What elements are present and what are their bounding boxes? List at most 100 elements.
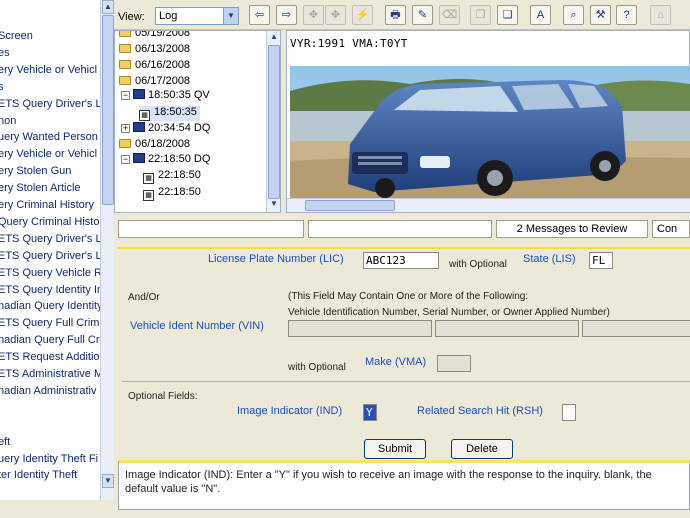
submit-button[interactable]: Submit	[364, 439, 426, 459]
vin-note-line-1: (This Field May Contain One or More of t…	[288, 291, 529, 302]
view-select-value: Log	[159, 10, 178, 22]
tool-3-icon[interactable]: ✥	[303, 5, 324, 25]
rsh-input[interactable]	[562, 404, 576, 421]
tree-date-node[interactable]: 05/19/2008	[119, 31, 190, 40]
query-list-item[interactable]: uery Identity Theft Fi	[0, 452, 98, 466]
tree-entry[interactable]: −18:50:35 QV	[121, 89, 210, 102]
query-list-item[interactable]: ETS Query Driver's L	[0, 232, 102, 246]
query-list-item[interactable]: es	[0, 46, 10, 60]
chevron-down-icon[interactable]: ▼	[223, 8, 238, 24]
tool-5-icon[interactable]: ⚡	[352, 5, 373, 25]
lic-label: License Plate Number (LIC)	[208, 253, 344, 265]
tree-scrollbar[interactable]: ▲ ▼	[266, 31, 280, 212]
scroll-up-icon[interactable]: ▲	[102, 0, 114, 14]
vma-input[interactable]	[437, 355, 471, 372]
scroll-up-icon[interactable]: ▲	[268, 31, 280, 44]
vin-input-1[interactable]	[288, 320, 432, 337]
document-icon: ▦	[143, 173, 154, 184]
divider	[122, 381, 690, 382]
print-icon[interactable]: 🖶	[385, 5, 406, 25]
tools-icon[interactable]: ⚒	[590, 5, 611, 25]
query-list-item[interactable]: nadian Administrativ	[0, 384, 96, 398]
tree-entry[interactable]: −22:18:50 DQ	[121, 153, 210, 166]
ind-input[interactable]: Y	[363, 404, 377, 421]
messages-status[interactable]: 2 Messages to Review	[496, 220, 648, 238]
tree-entry[interactable]: +20:34:54 DQ	[121, 122, 210, 135]
folder-open-icon	[119, 139, 131, 148]
tree-entry-selected[interactable]: ▦ 18:50:35	[139, 106, 200, 121]
lic-input[interactable]: ABC123	[363, 252, 439, 269]
query-list-item[interactable]: ETS Query Driver's L	[0, 97, 102, 111]
status-box-1	[118, 220, 304, 238]
collapse-icon[interactable]: −	[121, 91, 130, 100]
delete-button[interactable]: Delete	[451, 439, 513, 459]
query-list-item[interactable]: non	[0, 114, 16, 128]
folder-icon	[119, 60, 131, 69]
vin-input-3[interactable]	[582, 320, 690, 337]
paste-icon[interactable]: ❏	[497, 5, 518, 25]
with-optional-label: with Optional	[449, 259, 507, 270]
scroll-down-icon[interactable]: ▼	[268, 198, 280, 211]
help-icon[interactable]: ?	[616, 5, 637, 25]
scroll-down-icon[interactable]: ▼	[102, 474, 114, 488]
query-list-item[interactable]: ETS Query Identity In	[0, 283, 103, 297]
copy-icon[interactable]: ❐	[470, 5, 491, 25]
log-tree: 05/19/2008 06/13/2008 06/16/2008 06/17/2…	[114, 30, 281, 213]
scroll-thumb[interactable]	[268, 45, 280, 199]
query-list: Screen es ery Vehicle or Vehicl s ETS Query …	[0, 0, 114, 500]
back-icon[interactable]: ⇦	[249, 5, 270, 25]
tree-date-node[interactable]: 06/16/2008	[119, 59, 190, 72]
tree-date-node[interactable]: 06/17/2008	[119, 75, 190, 88]
message-icon	[133, 122, 145, 132]
vin-input-2[interactable]	[435, 320, 579, 337]
status-box-4: Con	[652, 220, 690, 238]
view-select[interactable]: Log ▼	[155, 7, 239, 25]
tree-date-node[interactable]: 06/13/2008	[119, 43, 190, 56]
folder-open-icon	[119, 76, 131, 85]
query-list-item[interactable]: ETS Request Additio	[0, 350, 100, 364]
query-list-item[interactable]: uery Wanted Person	[0, 130, 98, 144]
erase-icon[interactable]: ⌫	[439, 5, 460, 25]
image-scrollbar[interactable]	[287, 198, 690, 212]
state-input[interactable]: FL	[589, 252, 613, 269]
vin-note-line-2: Vehicle Identification Number, Serial Nu…	[288, 307, 610, 318]
query-list-item[interactable]: Screen	[0, 29, 33, 43]
scroll-thumb[interactable]	[305, 200, 395, 211]
folder-icon	[119, 31, 131, 37]
expand-icon[interactable]: +	[121, 124, 130, 133]
font-icon[interactable]: A	[530, 5, 551, 25]
query-list-item[interactable]: ETS Administrative M	[0, 367, 103, 381]
vehicle-header: VYR:1991 VMA:T0YT	[290, 37, 408, 50]
state-label: State (LIS)	[523, 253, 576, 265]
forward-icon[interactable]: ⇨	[276, 5, 297, 25]
tree-entry[interactable]: ▦ 22:18:50	[143, 186, 201, 201]
query-list-item[interactable]: eft	[0, 435, 10, 449]
message-icon	[133, 89, 145, 99]
tree-date-node[interactable]: 06/18/2008	[119, 138, 190, 151]
query-list-item[interactable]: ETS Query Vehicle R	[0, 266, 102, 280]
query-list-item[interactable]: ery Vehicle or Vehicl	[0, 63, 97, 77]
document-icon: ▦	[143, 190, 154, 201]
tool-4-icon[interactable]: ✥	[325, 5, 346, 25]
query-list-item[interactable]: ery Criminal History	[0, 198, 94, 212]
edit-icon[interactable]: ✎	[412, 5, 433, 25]
view-label: View:	[118, 11, 145, 23]
folder-icon	[119, 44, 131, 53]
query-list-item[interactable]: Query Criminal Histo	[0, 215, 99, 229]
query-list-scrollbar[interactable]: ▲ ▼	[100, 0, 114, 500]
query-list-item[interactable]: ETS Query Full Crimi	[0, 316, 102, 330]
query-list-item[interactable]: ery Stolen Gun	[0, 164, 71, 178]
find-icon[interactable]: ⌕	[563, 5, 584, 25]
document-icon: ▦	[139, 110, 150, 121]
home-icon[interactable]: ⌂	[650, 5, 671, 25]
query-list-item[interactable]: nadian Query Identity	[0, 299, 103, 313]
query-list-item[interactable]: ETS Query Driver's Li	[0, 249, 104, 263]
tree-entry[interactable]: ▦ 22:18:50	[143, 169, 201, 184]
query-list-item[interactable]: ery Stolen Article	[0, 181, 81, 195]
query-list-item[interactable]: ter Identity Theft	[0, 468, 77, 482]
query-list-item[interactable]: s	[0, 80, 4, 94]
query-list-item[interactable]: nadian Query Full Cri	[0, 333, 102, 347]
query-list-item[interactable]: ery Vehicle or Vehicl	[0, 147, 97, 161]
scroll-thumb[interactable]	[102, 15, 114, 205]
collapse-icon[interactable]: −	[121, 155, 130, 164]
